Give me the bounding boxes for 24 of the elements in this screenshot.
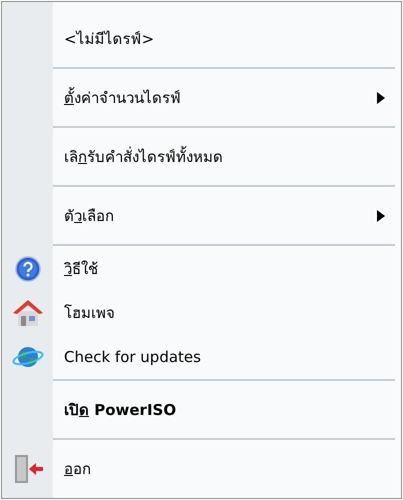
menu-item[interactable]: ตัวเลือก [2, 188, 401, 244]
menu-item[interactable]: Check for updates [2, 335, 401, 379]
menu-item[interactable]: <ไม่มีไดรฟ์> [2, 11, 401, 67]
menu-item[interactable]: เปิด PowerISO [2, 382, 401, 438]
menu-item-label: เปิด PowerISO [64, 400, 178, 421]
menu-item-label: เลิกรับคำสั่งไดรฟ์ทั้งหมด [64, 145, 224, 168]
house-icon [12, 298, 44, 328]
globe-icon [12, 344, 44, 370]
menu-item-label: Check for updates [64, 348, 202, 366]
menu-item[interactable]: เลิกรับคำสั่งไดรฟ์ทั้งหมด [2, 129, 401, 185]
menu-item[interactable]: วิธีใช้ [2, 247, 401, 291]
submenu-arrow-icon [377, 92, 385, 104]
menu-item-label: วิธีใช้ [64, 259, 99, 280]
exit-door-icon [12, 453, 44, 485]
menu-item-label: โฮมเพจ [64, 303, 116, 324]
menu-item-label: ตัวเลือก [64, 206, 115, 227]
menu-item-label: ออก [64, 459, 92, 480]
menu-item[interactable]: ออก [2, 441, 401, 497]
menu-item[interactable]: ตั้งค่าจำนวนไดรฟ์ [2, 70, 401, 126]
menu-item-label: <ไม่มีไดรฟ์> [64, 29, 156, 50]
help-icon [15, 256, 41, 282]
menu-item-label: ตั้งค่าจำนวนไดรฟ์ [64, 88, 182, 109]
submenu-arrow-icon [377, 210, 385, 222]
menu-item[interactable]: โฮมเพจ [2, 291, 401, 335]
